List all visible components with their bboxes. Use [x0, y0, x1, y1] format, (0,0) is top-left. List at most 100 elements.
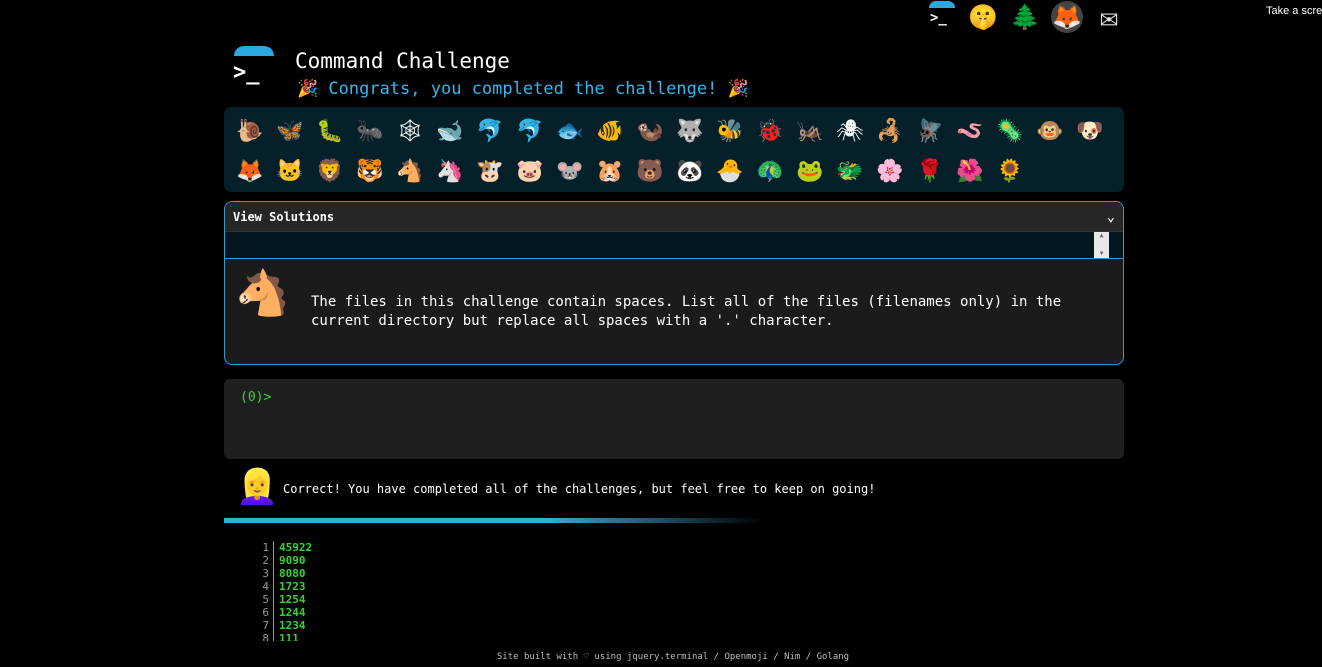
terminal-logo-icon[interactable]: >_: [925, 1, 957, 33]
badge-animal-icon[interactable]: 🐹: [590, 151, 630, 191]
badge-animal-icon[interactable]: 🦁: [310, 151, 350, 191]
scrollbar[interactable]: ▲ ▼: [1094, 232, 1109, 258]
view-solutions-panel: View Solutions ⌄ ▲ ▼ 🐴 The files in this…: [224, 201, 1124, 365]
logo-cap: [929, 1, 955, 8]
output-row: 7 1234: [254, 619, 312, 632]
output-row: 1 45922: [254, 541, 312, 554]
badge-animal-icon[interactable]: 🪰: [910, 111, 950, 151]
output-value: 45922: [279, 541, 313, 554]
badge-animal-icon[interactable]: 🐜: [350, 111, 390, 151]
badge-animal-icon[interactable]: 🐷: [510, 151, 550, 191]
challenge-badges-panel: 🐌 🦋 🐛 🐜 🕸 🐋 🐬 🐬 🐟 🐠 🦦 🐺 🐝 🐞 🦗 🕷 🦂 🪰 🪱 🦠 🐵 🐶 🦊 🐱 🦁 🐯 🐴 🦄 🐮 🐷 🐭 🐹 🐻 🐼 🐣 🦚 🐸 🐲 🌸 🌹…: [224, 107, 1124, 192]
badge-animal-icon[interactable]: 🐛: [310, 111, 350, 151]
output-value: 1723: [279, 580, 306, 593]
badge-animal-icon[interactable]: 🐣: [710, 151, 750, 191]
badge-animal-icon[interactable]: 🐌: [230, 111, 270, 151]
line-number: 3: [254, 567, 274, 580]
line-number: 8: [254, 632, 274, 641]
mail-icon[interactable]: ✉: [1093, 0, 1125, 35]
badge-animal-icon[interactable]: 🐶: [1070, 111, 1110, 151]
badge-animal-icon[interactable]: 🕷: [830, 111, 870, 151]
badge-animal-icon[interactable]: 🌹: [910, 151, 950, 191]
congrats-subtitle: 🎉 Congrats, you completed the challenge!…: [297, 79, 749, 99]
logo-prompt: >_: [930, 10, 947, 26]
badge-animal-icon[interactable]: 🐮: [470, 151, 510, 191]
badge-animal-icon[interactable]: 🐬: [510, 111, 550, 151]
output-value: 1234: [279, 619, 306, 632]
badge-animal-icon[interactable]: 🦂: [870, 111, 910, 151]
line-number: 7: [254, 619, 274, 632]
badge-animal-icon[interactable]: 🌸: [870, 151, 910, 191]
line-number: 5: [254, 593, 274, 606]
line-number: 4: [254, 580, 274, 593]
output-value: 9090: [279, 554, 306, 567]
challenge-description: 🐴 The files in this challenge contain sp…: [225, 259, 1123, 364]
output-value: 1254: [279, 593, 306, 606]
badge-animal-icon[interactable]: 🦚: [750, 151, 790, 191]
badge-animal-icon[interactable]: 🐝: [710, 111, 750, 151]
logo-prompt: >_: [233, 60, 260, 85]
output-value: 8080: [279, 567, 306, 580]
output-row: 4 1723: [254, 580, 312, 593]
evergreen-tree-icon[interactable]: 🌲: [1009, 1, 1041, 33]
view-solutions-title: View Solutions: [233, 209, 335, 224]
badge-animal-icon[interactable]: 🦗: [790, 111, 830, 151]
badge-animal-icon[interactable]: 🐠: [590, 111, 630, 151]
scroll-down-icon[interactable]: ▼: [1100, 250, 1104, 258]
scroll-up-icon[interactable]: ▲: [1100, 232, 1104, 240]
command-output: 1 45922 2 9090 3 8080 4 1723 5 1254 6 1244 7 1234 8 111: [254, 541, 312, 641]
line-number: 2: [254, 554, 274, 567]
output-row: 2 9090: [254, 554, 312, 567]
badge-animal-icon[interactable]: 🐟: [550, 111, 590, 151]
badge-animal-icon[interactable]: 🐋: [430, 111, 470, 151]
badge-animal-icon[interactable]: 🦦: [630, 111, 670, 151]
badge-animal-icon[interactable]: 🐼: [670, 151, 710, 191]
badge-animal-icon[interactable]: 🐵: [1030, 111, 1070, 151]
badge-animal-icon[interactable]: 🐻: [630, 151, 670, 191]
output-value: 111: [279, 632, 299, 641]
view-solutions-toggle[interactable]: View Solutions ⌄: [225, 202, 1123, 232]
shushing-face-icon[interactable]: 🤫: [967, 1, 999, 33]
gitlab-icon[interactable]: 🦊: [1051, 1, 1083, 33]
badge-animal-icon[interactable]: 🦄: [430, 151, 470, 191]
output-row: 8 111: [254, 632, 312, 641]
badge-animal-icon[interactable]: 🐞: [750, 111, 790, 151]
badge-animal-icon[interactable]: 🦠: [990, 111, 1030, 151]
feedback-text: Correct! You have completed all of the c…: [283, 482, 876, 496]
feedback-message: 👱‍♀️ Correct! You have completed all of …: [224, 467, 1124, 513]
badge-animal-icon[interactable]: 🐬: [470, 111, 510, 151]
take-screenshot-link[interactable]: Take a scre: [1266, 5, 1322, 17]
line-number: 1: [254, 541, 274, 554]
progress-bar: [224, 518, 764, 523]
page-title: Command Challenge: [295, 49, 510, 73]
output-row: 3 8080: [254, 567, 312, 580]
badge-animal-icon[interactable]: 🦊: [230, 151, 270, 191]
output-row: 5 1254: [254, 593, 312, 606]
badge-animal-icon[interactable]: 🕸: [390, 111, 430, 151]
badge-animal-icon[interactable]: 🌻: [990, 151, 1030, 191]
terminal[interactable]: (0)>: [224, 379, 1124, 459]
badge-animal-icon[interactable]: 🌺: [950, 151, 990, 191]
output-value: 1244: [279, 606, 306, 619]
terminal-logo-icon: >_: [230, 44, 280, 94]
badge-animal-icon[interactable]: 🐱: [270, 151, 310, 191]
badge-animal-icon[interactable]: 🐭: [550, 151, 590, 191]
badge-animal-icon[interactable]: 🐯: [350, 151, 390, 191]
badge-animal-icon[interactable]: 🦋: [270, 111, 310, 151]
terminal-prompt: (0)>: [240, 390, 272, 405]
chevron-down-icon[interactable]: ⌄: [1107, 209, 1115, 225]
badge-animal-icon[interactable]: 🪱: [950, 111, 990, 151]
line-number: 6: [254, 606, 274, 619]
solutions-textarea[interactable]: ▲ ▼: [225, 232, 1123, 259]
gitlab-glyph: 🦊: [1052, 3, 1082, 31]
logo-cap: [234, 46, 274, 56]
badge-animal-icon[interactable]: 🐴: [390, 151, 430, 191]
page-header: >_ Command Challenge 🎉 Congrats, you com…: [230, 44, 830, 104]
badge-animal-icon[interactable]: 🐸: [790, 151, 830, 191]
badge-animal-icon[interactable]: 🐺: [670, 111, 710, 151]
person-blond-icon: 👱‍♀️: [236, 467, 279, 507]
output-row: 6 1244: [254, 606, 312, 619]
badge-animal-icon[interactable]: 🐲: [830, 151, 870, 191]
badge-grid: 🐌 🦋 🐛 🐜 🕸 🐋 🐬 🐬 🐟 🐠 🦦 🐺 🐝 🐞 🦗 🕷 🦂 🪰 🪱 🦠 🐵 🐶 🦊 🐱 🦁 🐯 🐴 🦄 🐮 🐷 🐭 🐹 🐻 🐼 🐣 🦚 🐸 🐲 🌸 🌹…: [230, 111, 1110, 191]
footer: Site built with ♡ using jquery.terminal …: [496, 652, 850, 662]
